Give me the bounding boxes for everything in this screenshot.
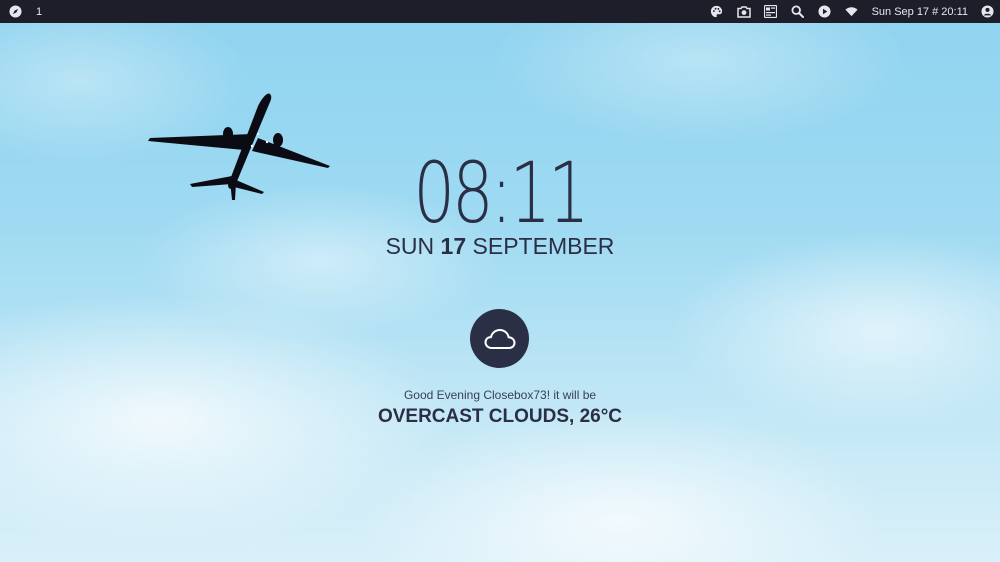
workspace-number[interactable]: 1 [36,6,42,18]
top-panel: 1 Sun Sep 17 # 20:11 [0,0,1000,23]
camera-icon[interactable] [736,5,751,19]
search-icon[interactable] [791,5,805,19]
weather-greeting: Good Evening Closebox73! it will be [403,388,597,402]
datetime-label[interactable]: Sun Sep 17 # 20:11 [872,6,968,18]
date-weekday: SUN [385,233,435,259]
date-month: SEPTEMBER [472,233,615,259]
compass-icon[interactable] [8,5,22,19]
clock-time: 08:11 [413,144,589,242]
play-icon[interactable] [818,5,832,19]
weather-icon-button[interactable] [470,309,529,368]
date-day: 17 [440,233,467,259]
weather-condition: OVERCAST CLOUDS, 26°C [377,406,623,427]
palette-icon[interactable] [710,5,724,19]
cloud-icon [484,328,515,349]
wifi-icon[interactable] [845,5,859,19]
dashboard-icon[interactable] [764,5,778,19]
date-display: SUN 17 SEPTEMBER [0,233,1000,260]
user-icon[interactable] [980,5,994,19]
